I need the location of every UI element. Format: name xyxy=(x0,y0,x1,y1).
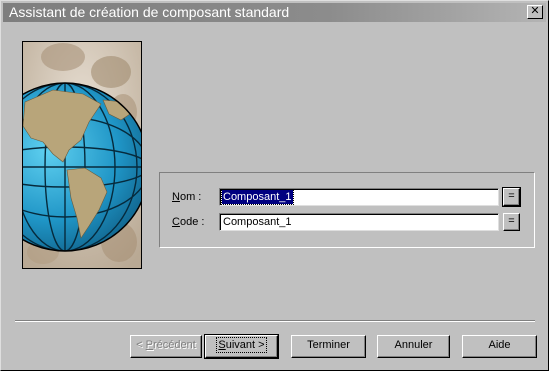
code-input[interactable]: Composant_1 xyxy=(219,213,499,231)
name-code-group xyxy=(159,172,535,248)
name-sync-button[interactable]: = xyxy=(502,187,521,207)
previous-button[interactable]: < Précédent xyxy=(130,335,202,358)
window-title: Assistant de création de composant stand… xyxy=(9,4,290,20)
cancel-button[interactable]: Annuler xyxy=(377,335,450,358)
globe-illustration xyxy=(23,42,141,268)
next-button[interactable]: Suivant > xyxy=(204,334,279,359)
finish-button[interactable]: Terminer xyxy=(291,335,366,358)
close-icon: ✕ xyxy=(530,5,540,17)
code-value: Composant_1 xyxy=(223,216,292,228)
close-button[interactable]: ✕ xyxy=(527,5,543,19)
code-sync-button[interactable]: = xyxy=(503,213,520,231)
title-bar[interactable]: Assistant de création de composant stand… xyxy=(3,3,546,22)
help-button[interactable]: Aide xyxy=(462,335,537,358)
button-separator xyxy=(15,320,535,322)
name-input[interactable]: Composant_1 xyxy=(219,188,499,206)
wizard-image xyxy=(22,41,142,269)
name-label: Nom : xyxy=(172,191,202,203)
name-value: Composant_1 xyxy=(221,189,294,205)
wizard-dialog: Assistant de création de composant stand… xyxy=(0,0,549,371)
code-label: Code : xyxy=(172,216,205,228)
